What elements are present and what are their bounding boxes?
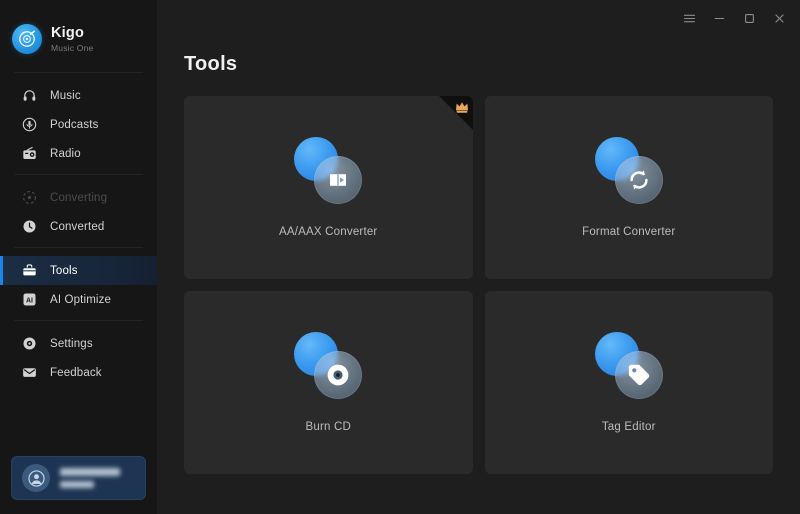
sidebar-group-system: Settings Feedback <box>0 327 157 387</box>
user-profile-text <box>60 468 145 488</box>
refresh-arrows-icon <box>593 134 665 206</box>
sidebar-item-label: Tools <box>50 264 78 277</box>
user-plan-redacted <box>60 481 94 488</box>
sidebar-divider-2 <box>14 247 143 248</box>
sidebar-item-label: Podcasts <box>50 118 99 131</box>
sidebar-divider-top <box>14 72 143 73</box>
envelope-icon <box>22 365 37 380</box>
sidebar-item-feedback[interactable]: Feedback <box>0 358 157 387</box>
sidebar-item-label: Converting <box>50 191 108 204</box>
tool-card-aa-aax-converter[interactable]: AA/AAX Converter <box>184 96 473 279</box>
sidebar-item-label: Settings <box>50 337 93 350</box>
sidebar-item-ai-optimize[interactable]: AI AI Optimize <box>0 285 157 314</box>
tool-card-burn-cd[interactable]: Burn CD <box>184 291 473 474</box>
sidebar-item-label: Radio <box>50 147 81 160</box>
sidebar-item-settings[interactable]: Settings <box>0 329 157 358</box>
sidebar-item-label: Music <box>50 89 81 102</box>
window-titlebar <box>674 0 800 36</box>
sidebar-group-library: Music Podcasts Radio <box>0 79 157 168</box>
sidebar-item-tools[interactable]: Tools <box>0 256 157 285</box>
icon-front-circle <box>314 156 363 204</box>
tool-card-tag-editor[interactable]: Tag Editor <box>484 291 773 474</box>
disc-icon <box>292 329 364 401</box>
maximize-icon[interactable] <box>734 3 764 33</box>
user-profile-card[interactable] <box>11 456 146 500</box>
sidebar-item-podcasts[interactable]: Podcasts <box>0 110 157 139</box>
tool-card-label: Tag Editor <box>601 421 656 433</box>
app-window: Kigo Music One Music Podcasts Radio Conv… <box>0 0 800 514</box>
sidebar-item-converting[interactable]: Converting <box>0 183 157 212</box>
sidebar-item-converted[interactable]: Converted <box>0 212 157 241</box>
icon-front-circle <box>614 351 663 399</box>
brand-text: Kigo Music One <box>51 24 94 53</box>
tool-card-label: Burn CD <box>305 421 351 433</box>
svg-text:AI: AI <box>26 297 33 304</box>
sidebar-divider-3 <box>14 320 143 321</box>
converting-icon <box>22 190 37 205</box>
close-icon[interactable] <box>764 3 794 33</box>
podcast-icon <box>22 117 37 132</box>
main-content: Tools AA/AAX Converter Format Converter … <box>157 0 800 514</box>
sidebar: Kigo Music One Music Podcasts Radio Conv… <box>0 0 157 514</box>
headphones-icon <box>22 88 37 103</box>
clock-icon <box>22 219 37 234</box>
premium-crown-icon <box>454 99 470 115</box>
ai-icon: AI <box>22 292 37 307</box>
brand: Kigo Music One <box>0 0 157 62</box>
sidebar-group-tools: Tools AI AI Optimize <box>0 254 157 314</box>
radio-icon <box>22 146 37 161</box>
sidebar-item-radio[interactable]: Radio <box>0 139 157 168</box>
sidebar-item-label: Feedback <box>50 366 102 379</box>
price-tag-icon <box>593 329 665 401</box>
sidebar-divider-1 <box>14 174 143 175</box>
tool-card-format-converter[interactable]: Format Converter <box>484 96 773 279</box>
avatar <box>22 464 50 492</box>
menu-icon[interactable] <box>674 3 704 33</box>
sidebar-item-label: AI Optimize <box>50 293 112 306</box>
brand-name: Kigo <box>51 24 85 41</box>
sidebar-item-music[interactable]: Music <box>0 81 157 110</box>
tool-card-label: Format Converter <box>582 226 676 238</box>
icon-front-circle <box>614 156 663 204</box>
toolbox-icon <box>22 263 37 278</box>
minimize-icon[interactable] <box>704 3 734 33</box>
tools-card-grid: AA/AAX Converter Format Converter Burn C… <box>157 74 800 474</box>
brand-subtitle: Music One <box>51 43 94 53</box>
audiobook-play-icon <box>292 134 364 206</box>
sidebar-item-label: Converted <box>50 220 105 233</box>
premium-badge <box>438 96 473 130</box>
icon-front-circle <box>314 351 363 399</box>
tool-card-label: AA/AAX Converter <box>279 226 378 238</box>
gear-icon <box>22 336 37 351</box>
sidebar-group-conversion: Converting Converted <box>0 181 157 241</box>
user-name-redacted <box>60 468 120 476</box>
kigo-logo-icon <box>12 24 42 54</box>
